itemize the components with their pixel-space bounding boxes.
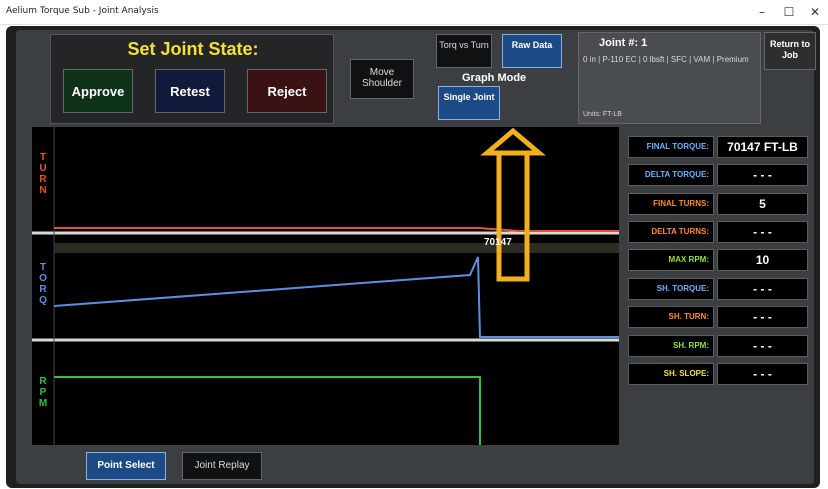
- readout-value: - - -: [717, 278, 808, 300]
- readout-final-torque: FINAL TORQUE: 70147 FT-LB: [626, 136, 810, 158]
- reject-button[interactable]: Reject: [247, 69, 327, 113]
- set-joint-state-panel: Set Joint State: Approve Retest Reject: [50, 34, 334, 124]
- readout-label: SH. RPM:: [628, 335, 714, 357]
- readout-value: - - -: [717, 164, 808, 186]
- approve-button[interactable]: Approve: [63, 69, 133, 113]
- readout-sh-slope: SH. SLOPE: - - -: [626, 363, 810, 385]
- turn-trace: [54, 227, 619, 232]
- readout-max-rpm: MAX RPM: 10: [626, 249, 810, 271]
- readout-value: 10: [717, 249, 808, 271]
- readout-label: SH. SLOPE:: [628, 363, 714, 385]
- rpm-trace: [54, 376, 481, 445]
- set-joint-state-title: Set Joint State:: [127, 39, 259, 59]
- point-select-button[interactable]: Point Select: [86, 452, 166, 480]
- window-title: Aelium Torque Sub - Joint Analysis: [6, 6, 159, 16]
- readout-sh-torque: SH. TORQUE: - - -: [626, 278, 810, 300]
- minimize-button[interactable]: –: [749, 3, 775, 21]
- joint-replay-button[interactable]: Joint Replay: [182, 452, 262, 480]
- readout-sh-turn: SH. TURN: - - -: [626, 306, 810, 328]
- window-title-bar: Aelium Torque Sub - Joint Analysis – ☐ ✕: [0, 0, 828, 25]
- torq-axis-label: T O R Q: [39, 262, 47, 306]
- readout-label: SH. TORQUE:: [628, 278, 714, 300]
- graph-annotation-value: 70147: [484, 237, 512, 248]
- readout-value: - - -: [717, 221, 808, 243]
- readout-label: FINAL TURNS:: [628, 193, 714, 215]
- graph-area[interactable]: 70147: [32, 127, 619, 445]
- torq-vs-turn-button[interactable]: Torq vs Turn: [436, 34, 492, 68]
- turn-axis-label: T U R N: [39, 152, 47, 196]
- readout-label: MAX RPM:: [628, 249, 714, 271]
- readout-final-turns: FINAL TURNS: 5: [626, 193, 810, 215]
- readout-value: - - -: [717, 363, 808, 385]
- readout-label: DELTA TURNS:: [628, 221, 714, 243]
- readout-label: FINAL TORQUE:: [628, 136, 714, 158]
- joint-number: Joint #: 1: [599, 37, 648, 49]
- retest-button[interactable]: Retest: [155, 69, 225, 113]
- joint-description: 0 in | P-110 EC | 0 lbsft | SFC | VAM | …: [583, 55, 749, 64]
- graph-band: [54, 243, 619, 253]
- single-joint-button[interactable]: Single Joint: [438, 86, 500, 120]
- readout-label: DELTA TORQUE:: [628, 164, 714, 186]
- readout-sh-rpm: SH. RPM: - - -: [626, 335, 810, 357]
- raw-data-button[interactable]: Raw Data: [502, 34, 562, 68]
- readout-panel: FINAL TORQUE: 70147 FT-LB DELTA TORQUE: …: [622, 132, 812, 392]
- return-to-job-button[interactable]: Return to Job: [764, 32, 816, 70]
- readout-value: - - -: [717, 335, 808, 357]
- graph-mode-label: Graph Mode: [462, 72, 527, 84]
- readout-value: 70147 FT-LB: [717, 136, 808, 158]
- graph-svg: [32, 127, 619, 445]
- maximize-button[interactable]: ☐: [776, 3, 802, 21]
- torque-trace: [53, 256, 619, 338]
- highlight-arrow-icon: [480, 127, 546, 282]
- close-button[interactable]: ✕: [802, 3, 828, 21]
- readout-delta-turns: DELTA TURNS: - - -: [626, 221, 810, 243]
- readout-delta-torque: DELTA TORQUE: - - -: [626, 164, 810, 186]
- units-label: Units: FT-LB: [583, 111, 622, 118]
- readout-value: - - -: [717, 306, 808, 328]
- readout-label: SH. TURN:: [628, 306, 714, 328]
- readout-value: 5: [717, 193, 808, 215]
- rpm-axis-label: R P M: [38, 376, 48, 409]
- move-shoulder-button[interactable]: Move Shoulder: [350, 59, 414, 99]
- joint-info-panel: Joint #: 1 0 in | P-110 EC | 0 lbsft | S…: [578, 32, 761, 124]
